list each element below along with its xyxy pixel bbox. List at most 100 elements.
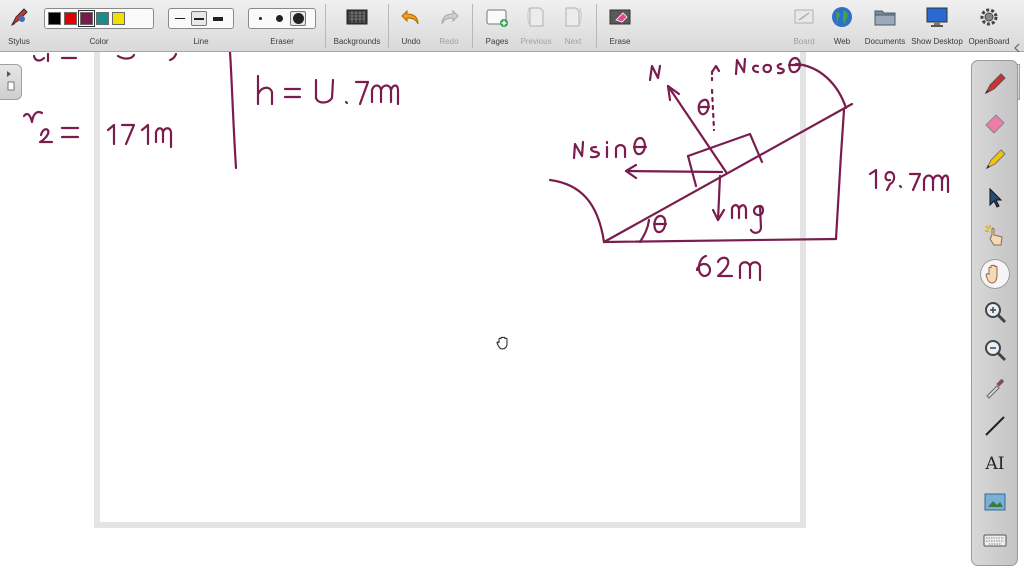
redo-icon: [441, 9, 459, 25]
folder-icon: [874, 10, 896, 26]
handwritten-r2-equation: [22, 110, 173, 149]
erase-board-icon: [609, 9, 631, 25]
color-swatch-maroon[interactable]: [78, 10, 95, 27]
hand-icon: [985, 264, 998, 284]
angle-label-near-normal: [697, 98, 711, 116]
line-tool[interactable]: [980, 411, 1010, 441]
left-curve-line: [548, 178, 606, 244]
backgrounds-button[interactable]: Backgrounds: [330, 0, 384, 52]
text-tool[interactable]: AI: [980, 449, 1010, 479]
backgrounds-icon: [346, 9, 368, 25]
board-label: Board: [793, 37, 815, 46]
eraser-small-button[interactable]: [252, 11, 268, 26]
capture-icon: [984, 493, 1006, 511]
line-group: Line: [164, 0, 238, 52]
whiteboard-canvas[interactable]: [0, 52, 970, 528]
line-thick-button[interactable]: [210, 11, 226, 26]
redo-label: Redo: [439, 37, 459, 46]
eraser-size-selector: [248, 8, 316, 29]
weight-label: [730, 204, 765, 234]
height-dimension-label: [868, 168, 950, 194]
hand-cursor-icon: [496, 336, 508, 350]
pen-tool[interactable]: [980, 69, 1010, 99]
stylus-label: Stylus: [8, 37, 30, 46]
next-page-icon: [565, 7, 582, 27]
color-label: Color: [89, 37, 109, 46]
color-picker-icon: [986, 379, 1004, 399]
eraser-label: Eraser: [270, 37, 294, 46]
cut-off-equation-fragment: [32, 52, 178, 63]
undo-icon: [401, 9, 419, 25]
board-icon: [794, 9, 814, 24]
pages-button[interactable]: Pages: [478, 0, 516, 52]
pages-label: Pages: [485, 37, 509, 46]
previous-page-button[interactable]: Previous: [518, 0, 554, 52]
openboard-menu-button[interactable]: OpenBoard: [964, 0, 1014, 52]
handwritten-height-equation: [256, 74, 400, 106]
eraser-icon: [985, 114, 1005, 134]
laser-pointer-icon: [985, 225, 1003, 246]
color-swatch-black[interactable]: [48, 12, 61, 25]
eraser-large-button[interactable]: [290, 11, 306, 26]
gear-icon: [980, 8, 998, 26]
toolbar-separator: [596, 4, 597, 48]
web-button[interactable]: Web: [826, 0, 858, 52]
toolbar-separator: [388, 4, 389, 48]
pen-icon: [984, 73, 1006, 95]
documents-button[interactable]: Documents: [860, 0, 910, 52]
color-swatch-red[interactable]: [64, 12, 77, 25]
pointer-tool[interactable]: [980, 183, 1010, 213]
color-swatch-teal[interactable]: [96, 12, 109, 25]
zoom-out-tool[interactable]: [980, 335, 1010, 365]
base-angle-label: [652, 214, 668, 234]
stylus-button[interactable]: Stylus: [2, 0, 36, 52]
incline-triangle: [602, 102, 854, 244]
globe-icon: [832, 7, 852, 27]
toolbar-separator: [325, 4, 326, 48]
line-width-selector: [168, 8, 234, 29]
text-tool-label: AI: [985, 454, 1005, 474]
zoom-in-tool[interactable]: [980, 297, 1010, 327]
stylus-icon: [11, 8, 28, 26]
line-medium-button[interactable]: [191, 11, 207, 26]
highlighter-tool[interactable]: [980, 145, 1010, 175]
previous-label: Previous: [520, 37, 552, 46]
show-desktop-label: Show Desktop: [911, 37, 963, 46]
next-page-button[interactable]: Next: [556, 0, 590, 52]
keyboard-tool[interactable]: [980, 525, 1010, 555]
color-picker-tool[interactable]: [980, 373, 1010, 403]
weight-arrow: [711, 174, 726, 222]
openboard-window: Stylus Color Line Eraser Backgrounds Und…: [0, 0, 1024, 576]
erase-label: Erase: [609, 37, 631, 46]
horizontal-component-label: [572, 136, 648, 160]
hand-tool[interactable]: [980, 259, 1010, 289]
eraser-medium-button[interactable]: [271, 11, 287, 26]
zoom-in-icon: [985, 302, 1007, 324]
pages-add-icon: [486, 9, 508, 27]
color-swatch-yellow[interactable]: [112, 12, 125, 25]
toolbar-expand-arrow[interactable]: [1012, 40, 1022, 53]
eraser-tool[interactable]: [980, 107, 1010, 137]
top-curve-line: [794, 62, 848, 110]
monitor-icon: [926, 7, 948, 27]
redo-button[interactable]: Redo: [432, 0, 466, 52]
interact-tool[interactable]: [980, 221, 1010, 251]
pointer-icon: [989, 187, 1003, 208]
line-thin-button[interactable]: [172, 11, 188, 26]
capture-tool[interactable]: [980, 487, 1010, 517]
undo-label: Undo: [401, 37, 421, 46]
web-label: Web: [833, 37, 851, 46]
tool-palette: AI: [971, 60, 1018, 566]
next-label: Next: [564, 37, 582, 46]
color-group: Color: [40, 0, 158, 52]
board-mode-button[interactable]: Board: [786, 0, 822, 52]
zoom-out-icon: [985, 340, 1007, 362]
color-swatches: [44, 8, 154, 29]
undo-button[interactable]: Undo: [394, 0, 428, 52]
highlighter-icon: [985, 149, 1006, 170]
normal-component-label: [734, 56, 803, 76]
documents-label: Documents: [864, 37, 906, 46]
show-desktop-button[interactable]: Show Desktop: [910, 0, 964, 52]
line-icon: [985, 416, 1005, 436]
erase-button[interactable]: Erase: [602, 0, 638, 52]
